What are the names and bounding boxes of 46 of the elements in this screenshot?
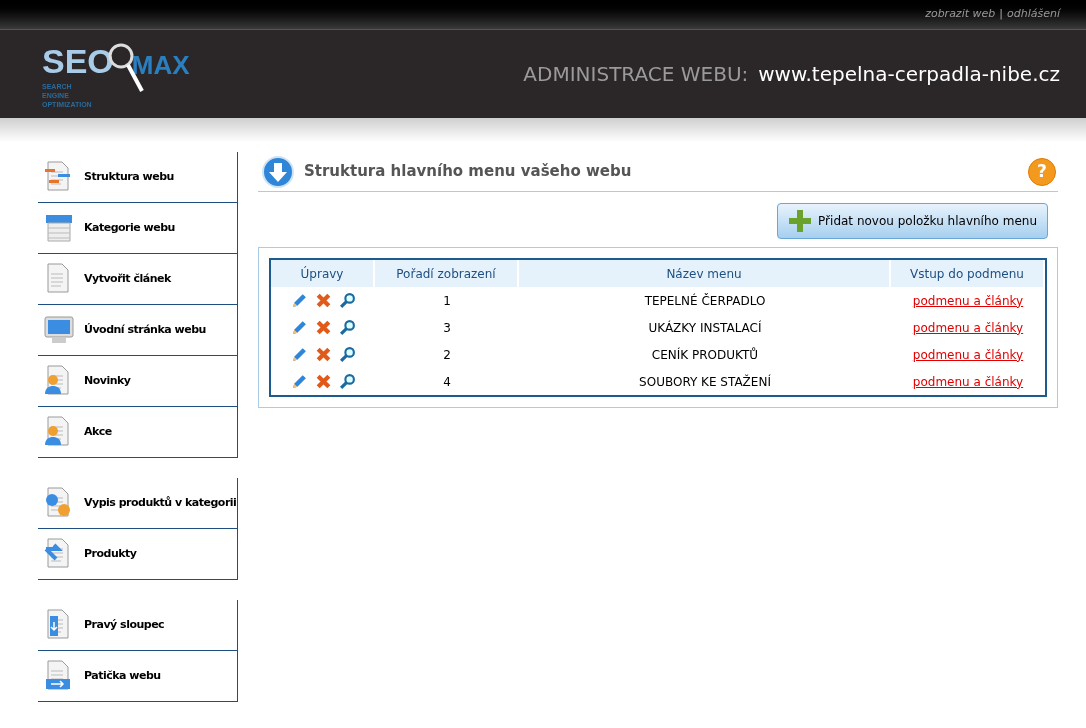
order-cell-text: 4	[442, 373, 452, 391]
column-header: Vstup do podmenu	[891, 260, 1045, 287]
site-url: www.tepelna-cerpadla-nibe.cz	[758, 61, 1060, 88]
submenu-link[interactable]: podmenu a články	[912, 347, 1024, 362]
sidebar-item[interactable]: Akce	[38, 407, 237, 458]
search-icon[interactable]	[338, 292, 356, 309]
sidebar-item[interactable]: Patička webu	[38, 651, 237, 702]
sidebar-item[interactable]: Struktura webu	[38, 152, 237, 203]
link-separator: |	[999, 6, 1003, 23]
pencil-icon[interactable]	[290, 346, 308, 363]
order-cell-text: 3	[442, 319, 452, 337]
column-header: Název menu	[519, 260, 891, 287]
sidebar-item[interactable]: Kategorie webu	[38, 203, 237, 254]
sidebar-item[interactable]: Vypis produktů v kategorii	[38, 478, 237, 529]
pencil-icon[interactable]	[290, 373, 308, 390]
menu-name-cell-text: TEPELNÉ ČERPADLO	[643, 292, 767, 310]
column-header: Úpravy	[271, 260, 375, 287]
submenu-link[interactable]: podmenu a články	[912, 320, 1024, 335]
delete-icon[interactable]	[314, 319, 332, 336]
menu-name-cell-text: CENÍK PRODUKTŮ	[650, 346, 760, 364]
order-cell-text: 1	[442, 292, 452, 310]
search-icon[interactable]	[338, 319, 356, 336]
menu-name-cell-text: UKÁZKY INSTALACÍ	[647, 319, 763, 337]
sidebar-item[interactable]: Vytvořit článek	[38, 254, 237, 305]
pencil-icon[interactable]	[290, 319, 308, 336]
submenu-link[interactable]: podmenu a články	[912, 293, 1024, 308]
column-header: Pořadí zobrazení	[375, 260, 519, 287]
order-cell-text: 2	[442, 346, 452, 364]
admin-label: ADMINISTRACE WEBU:	[523, 61, 749, 88]
search-icon[interactable]	[338, 373, 356, 390]
delete-icon[interactable]	[314, 292, 332, 309]
sidebar-item[interactable]: Produkty	[38, 529, 237, 580]
plus-icon	[788, 209, 813, 233]
menu-name-cell-text: SOUBORY KE STAŽENÍ	[638, 373, 772, 391]
page-title: Struktura hlavního menu vašeho webu	[304, 161, 632, 183]
delete-icon[interactable]	[314, 373, 332, 390]
delete-icon[interactable]	[314, 346, 332, 363]
sidebar-item[interactable]: Úvodní stránka webu	[38, 305, 237, 356]
submenu-link[interactable]: podmenu a články	[912, 374, 1024, 389]
add-menu-item-button[interactable]: Přidat novou položku hlavního menu	[777, 203, 1048, 239]
header-link[interactable]: zobrazit web	[925, 6, 996, 23]
header-link[interactable]: odhlášení	[1007, 6, 1060, 23]
sidebar-item[interactable]: Novinky	[38, 356, 237, 407]
pencil-icon[interactable]	[290, 292, 308, 309]
sidebar-item[interactable]: Pravý sloupec	[38, 600, 237, 651]
search-icon[interactable]	[338, 346, 356, 363]
